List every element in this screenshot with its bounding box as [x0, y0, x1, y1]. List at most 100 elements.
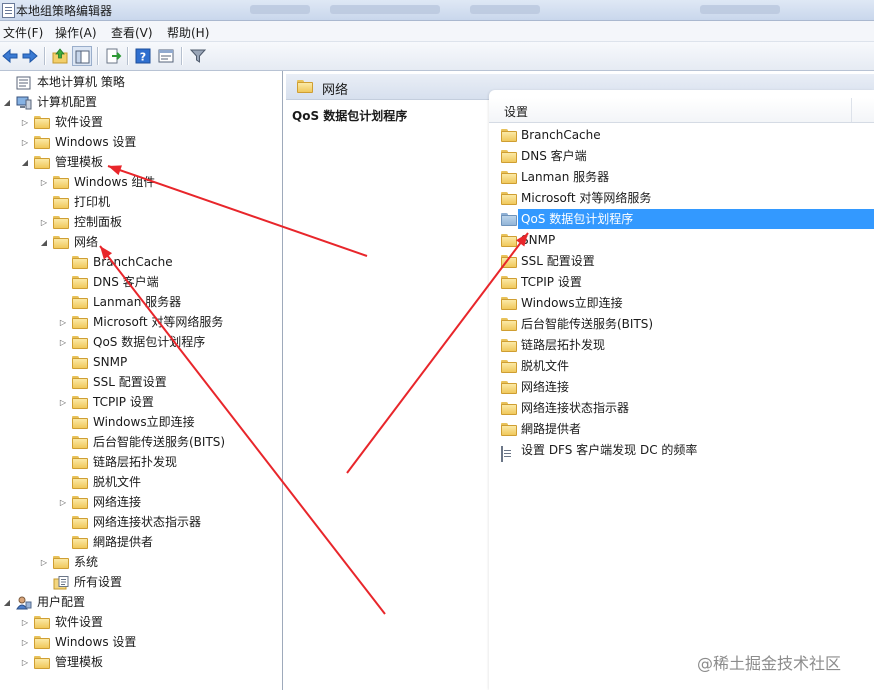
all-settings-icon	[53, 576, 69, 590]
collapse-arrow-icon[interactable]: ◢	[2, 593, 12, 612]
tree-node-label: Windows立即连接	[93, 415, 195, 429]
expand-arrow-icon[interactable]: ▷	[20, 113, 30, 132]
tree-node-label: 计算机配置	[37, 95, 98, 109]
menu-file[interactable]: 文件(F)	[3, 24, 43, 41]
window-title: 本地组策略编辑器	[16, 4, 113, 18]
settings-list-panel: 设置 BranchCache DNS 客户端 Lanman 服务器 Microsoft…	[489, 90, 874, 690]
folder-icon	[34, 156, 50, 169]
expand-arrow-icon[interactable]: ▷	[20, 613, 30, 632]
svg-text:?: ?	[140, 51, 146, 64]
folder-icon	[72, 476, 88, 489]
tree-node-label: 所有设置	[74, 575, 123, 589]
list-item-label: QoS 数据包计划程序	[521, 212, 634, 226]
collapse-arrow-icon[interactable]: ◢	[39, 233, 49, 252]
folder-icon	[72, 496, 88, 509]
folder-icon	[72, 536, 88, 549]
list-item-label: Lanman 服务器	[521, 170, 610, 184]
expand-arrow-icon[interactable]: ▷	[58, 393, 68, 412]
show-hide-tree-icon[interactable]	[72, 46, 92, 66]
computer-config-icon	[16, 96, 32, 110]
tree-node-label: 网络连接	[93, 495, 142, 509]
expand-arrow-icon[interactable]: ▷	[58, 493, 68, 512]
list-item-label: SNMP	[521, 233, 556, 247]
app-icon	[2, 3, 15, 18]
expand-arrow-icon[interactable]: ▷	[58, 333, 68, 352]
description-title: QoS 数据包计划程序	[292, 109, 408, 123]
tree-node-label: 脱机文件	[93, 475, 142, 489]
tree-node-label: 管理模板	[55, 155, 104, 169]
tree-node-label: QoS 数据包计划程序	[93, 335, 206, 349]
tree-node-label: SNMP	[93, 355, 128, 369]
folder-icon	[34, 636, 50, 649]
tree-node-label: BranchCache	[93, 255, 173, 269]
menu-view[interactable]: 查看(V)	[111, 24, 153, 41]
expand-arrow-icon[interactable]: ▷	[20, 133, 30, 152]
expand-arrow-icon[interactable]: ▷	[39, 213, 49, 232]
back-icon[interactable]	[0, 46, 20, 66]
list-item-label: Windows立即连接	[521, 296, 623, 310]
tree-node-label: 控制面板	[74, 215, 123, 229]
user-config-icon	[16, 596, 32, 610]
tree-node-label: 用户配置	[37, 595, 86, 609]
export-icon[interactable]	[103, 46, 123, 66]
folder-icon	[53, 176, 69, 189]
tree-node-label: DNS 客户端	[93, 275, 159, 289]
folder-icon	[72, 516, 88, 529]
expand-arrow-icon[interactable]: ▷	[20, 653, 30, 672]
filter-icon[interactable]	[188, 46, 208, 66]
watermark-text: @稀土掘金技术社区	[697, 654, 842, 673]
folder-icon	[72, 376, 88, 389]
tree-node-label: 网络	[74, 235, 99, 249]
folder-icon	[72, 276, 88, 289]
list-item-label: 网络连接	[521, 380, 570, 394]
list-item-label: 脱机文件	[521, 359, 570, 373]
tree-node-label: TCPIP 设置	[93, 395, 154, 409]
list-item-label: 后台智能传送服务(BITS)	[521, 317, 654, 331]
tree-pane: 本地计算机 策略 ◢ 计算机配置 ▷ 软件设置 ▷ Windows 设置 ◢ 管理模板 ▷ Wind…	[0, 71, 283, 690]
list-item-label: 网络连接状态指示器	[521, 401, 630, 415]
tree-node-label: Microsoft 对等网络服务	[93, 315, 224, 329]
blurred-tab-3	[470, 5, 540, 14]
tree-node-label: Lanman 服务器	[93, 295, 182, 309]
folder-icon	[34, 656, 50, 669]
list-item-label: SSL 配置设置	[521, 254, 595, 268]
folder-icon	[72, 256, 88, 269]
collapse-arrow-icon[interactable]: ◢	[2, 93, 12, 112]
tree-node-label: Windows 组件	[74, 175, 156, 189]
expand-arrow-icon[interactable]: ▷	[20, 633, 30, 652]
blurred-tab-4	[700, 5, 780, 14]
toolbar: ?	[0, 42, 874, 71]
collapse-arrow-icon[interactable]: ◢	[20, 153, 30, 172]
column-header-label: 设置	[504, 105, 529, 119]
menu-help[interactable]: 帮助(H)	[167, 24, 209, 41]
up-folder-icon[interactable]	[50, 46, 70, 66]
properties-icon[interactable]	[156, 46, 176, 66]
folder-icon	[72, 316, 88, 329]
tree-node-label: 本地计算机 策略	[37, 75, 125, 89]
list-item-label: TCPIP 设置	[521, 275, 582, 289]
list-item-label: 设置 DFS 客户端发现 DC 的频率	[521, 443, 698, 457]
folder-icon	[34, 616, 50, 629]
tree-node-label: 网络连接状态指示器	[93, 515, 202, 529]
expand-arrow-icon[interactable]: ▷	[39, 173, 49, 192]
folder-icon	[72, 336, 88, 349]
expand-arrow-icon[interactable]: ▷	[39, 553, 49, 572]
list-item-label: Microsoft 对等网络服务	[521, 191, 652, 205]
menu-action[interactable]: 操作(A)	[55, 24, 97, 41]
folder-icon	[72, 416, 88, 429]
title-bar: 本地组策略编辑器	[0, 0, 874, 21]
forward-icon[interactable]	[20, 46, 40, 66]
help-icon[interactable]: ?	[133, 46, 153, 66]
tree-node-label: 系统	[74, 555, 99, 569]
current-node-label: 网络	[322, 83, 349, 98]
column-header-setting[interactable]: 设置	[489, 98, 874, 123]
expand-arrow-icon[interactable]: ▷	[58, 313, 68, 332]
folder-icon	[53, 216, 69, 229]
tree-node-label: 后台智能传送服务(BITS)	[93, 435, 226, 449]
folder-icon	[34, 136, 50, 149]
tree-node-label: 網路提供者	[93, 535, 154, 549]
tree-node-label: 打印机	[74, 195, 111, 209]
tree-node-label: Windows 设置	[55, 635, 137, 649]
tree-node-label: Windows 设置	[55, 135, 137, 149]
menu-bar: 文件(F) 操作(A) 查看(V) 帮助(H)	[0, 21, 874, 42]
